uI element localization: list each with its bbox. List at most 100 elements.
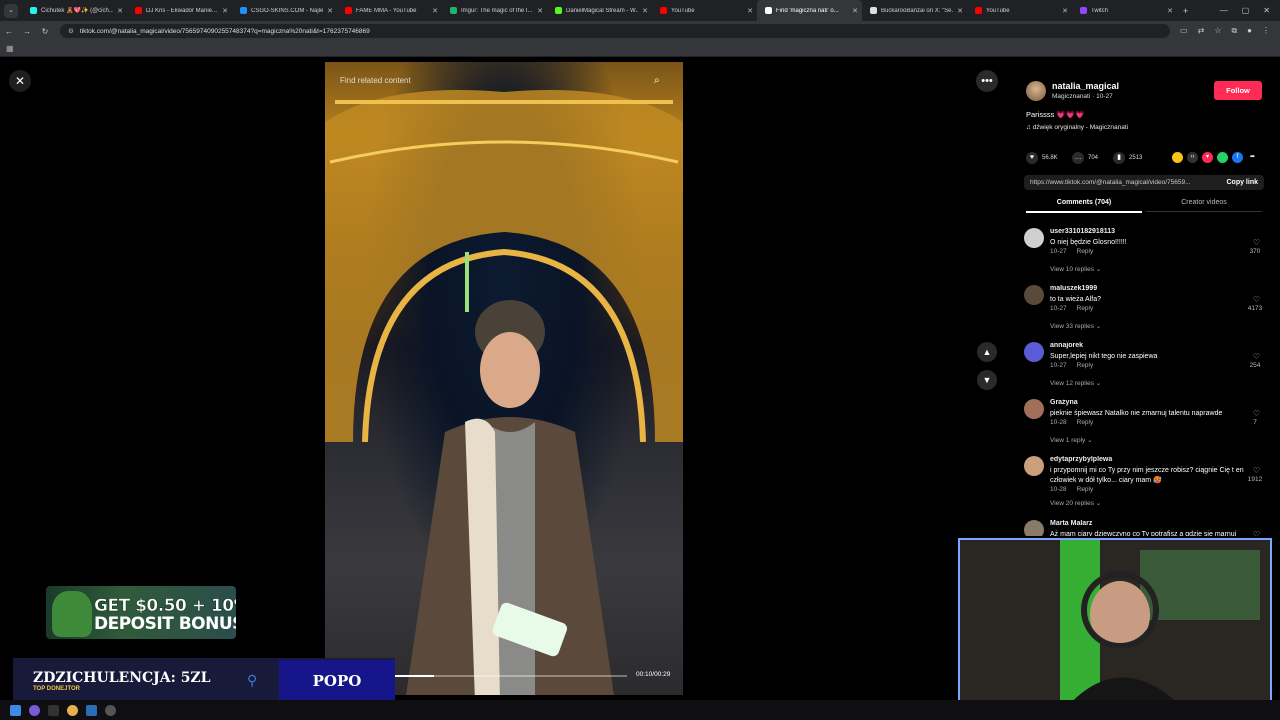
view-replies-button[interactable]: View 10 replies ⌄ xyxy=(1050,265,1101,273)
chrome-icon[interactable] xyxy=(67,704,78,716)
browser-tab[interactable]: CSGO-SKINS.COM - Najle... ✕ xyxy=(232,0,337,21)
view-replies-button[interactable]: View 20 replies ⌄ xyxy=(1050,499,1101,506)
heart-icon[interactable]: ♥ xyxy=(1026,152,1038,164)
browser-tab[interactable]: Imgur: The magic of the I... ✕ xyxy=(442,0,547,21)
translate-icon[interactable]: ⇄ xyxy=(1198,26,1205,36)
back-icon[interactable]: ← xyxy=(0,27,18,36)
video-search-icon[interactable]: ⌕ xyxy=(654,75,660,86)
browser-tab[interactable]: BuckarooBanzai on X: "Se... ✕ xyxy=(862,0,967,21)
apps-grid-icon[interactable]: ▦ xyxy=(6,44,14,53)
url-bar[interactable]: ⚙ tiktok.com/@natalia_magical/video/7565… xyxy=(60,24,1170,38)
comment-username[interactable]: Marta Malarz xyxy=(1050,520,1092,527)
comment-avatar[interactable] xyxy=(1024,520,1044,536)
comment-username[interactable]: annajorek xyxy=(1050,342,1083,349)
browser-tab[interactable]: YouTube ✕ xyxy=(652,0,757,21)
browser-tab[interactable]: Twitch ✕ xyxy=(1072,0,1177,21)
close-video-button[interactable]: ✕ xyxy=(9,70,31,92)
save-stat[interactable]: ▮ 2513 xyxy=(1113,152,1142,164)
comment-avatar[interactable] xyxy=(1024,285,1044,305)
comment-icon[interactable]: … xyxy=(1072,152,1084,164)
browser-tab[interactable]: DanielMagical Stream - W... ✕ xyxy=(547,0,652,21)
share-link-url[interactable]: https://www.tiktok.com/@natalia_magical/… xyxy=(1030,179,1191,186)
comment-avatar[interactable] xyxy=(1024,399,1044,419)
follow-button[interactable]: Follow xyxy=(1214,81,1262,100)
next-video-button[interactable]: ▼ xyxy=(977,370,997,390)
share-arrow-icon[interactable]: ➦ xyxy=(1247,152,1258,163)
comment-avatar[interactable] xyxy=(1024,456,1044,476)
reply-button[interactable]: Reply xyxy=(1077,305,1094,312)
comment-avatar[interactable] xyxy=(1024,342,1044,362)
author-avatar[interactable] xyxy=(1026,81,1046,101)
tab-close-icon[interactable]: ✕ xyxy=(537,7,543,15)
comment-username[interactable]: edytaprzybylplewa xyxy=(1050,456,1112,463)
close-window-icon[interactable]: ✕ xyxy=(1263,6,1270,15)
tab-comments[interactable]: Comments (704) xyxy=(1026,199,1142,213)
comment-stat[interactable]: … 704 xyxy=(1072,152,1098,164)
site-info-icon[interactable]: ⚙ xyxy=(68,27,74,35)
copy-link-button[interactable]: Copy link xyxy=(1226,179,1258,186)
video-player[interactable] xyxy=(325,62,683,695)
more-options-button[interactable]: ••• xyxy=(976,70,998,92)
author-username[interactable]: natalia_magical xyxy=(1052,81,1119,91)
comment-username[interactable]: user3310182918113 xyxy=(1050,228,1115,235)
send-icon[interactable]: ▾ xyxy=(1202,152,1213,163)
reply-button[interactable]: Reply xyxy=(1077,362,1094,369)
comment-like-icon[interactable]: ♡ xyxy=(1253,238,1260,247)
sound-link[interactable]: ♫ dźwięk oryginalny - Magicznanati xyxy=(1026,124,1128,131)
new-tab-button[interactable]: + xyxy=(1183,6,1188,16)
tab-close-icon[interactable]: ✕ xyxy=(852,7,858,15)
comment-like-icon[interactable]: ♡ xyxy=(1253,352,1260,361)
tab-close-icon[interactable]: ✕ xyxy=(327,7,333,15)
previous-video-button[interactable]: ▲ xyxy=(977,342,997,362)
start-icon[interactable] xyxy=(10,704,21,716)
tab-close-icon[interactable]: ✕ xyxy=(642,7,648,15)
tab-creator-videos[interactable]: Creator videos xyxy=(1146,199,1262,212)
browser-tab[interactable]: Cichutek 🧸💖✨ (@cich... ✕ xyxy=(22,0,127,21)
steam-icon[interactable] xyxy=(86,704,97,716)
facebook-icon[interactable]: f xyxy=(1232,152,1243,163)
browser-tab[interactable]: FAME MMA - YouTube ✕ xyxy=(337,0,442,21)
view-replies-button[interactable]: View 12 replies ⌄ xyxy=(1050,379,1101,387)
comment-username[interactable]: Grażyna xyxy=(1050,399,1078,406)
browser-tab[interactable]: Find 'magiczna nati' o... ✕ xyxy=(757,0,862,21)
view-replies-button[interactable]: View 1 reply ⌄ xyxy=(1050,436,1093,444)
whatsapp-icon[interactable] xyxy=(1217,152,1228,163)
view-replies-button[interactable]: View 33 replies ⌄ xyxy=(1050,322,1101,330)
cast-icon[interactable]: ▭ xyxy=(1180,26,1188,36)
comment-like-icon[interactable]: ♡ xyxy=(1253,295,1260,304)
tab-close-icon[interactable]: ✕ xyxy=(1167,7,1173,15)
tab-close-icon[interactable]: ✕ xyxy=(432,7,438,15)
reply-button[interactable]: Reply xyxy=(1077,419,1094,426)
discord-icon[interactable] xyxy=(29,704,40,716)
forward-icon[interactable]: → xyxy=(18,27,36,36)
tab-close-icon[interactable]: ✕ xyxy=(1062,7,1068,15)
reload-icon[interactable]: ↻ xyxy=(36,27,54,36)
bookmark-icon[interactable]: ▮ xyxy=(1113,152,1125,164)
minimize-icon[interactable]: — xyxy=(1220,6,1228,15)
comment-like-icon[interactable]: ♡ xyxy=(1253,409,1260,418)
coin-icon[interactable] xyxy=(1172,152,1183,163)
comment-like-icon[interactable]: ♡ xyxy=(1253,530,1260,536)
tab-search-icon[interactable]: ⌄ xyxy=(4,3,18,18)
browser-tab[interactable]: DJ Kris - Ekwador Manie... ✕ xyxy=(127,0,232,21)
obs-icon[interactable] xyxy=(105,704,116,716)
reply-button[interactable]: Reply xyxy=(1077,486,1094,493)
like-stat[interactable]: ♥ 56.8K xyxy=(1026,152,1058,164)
profile-icon[interactable]: ● xyxy=(1247,26,1252,36)
browser-menu-icon[interactable]: ⋮ xyxy=(1262,26,1270,36)
tab-close-icon[interactable]: ✕ xyxy=(222,7,228,15)
tab-close-icon[interactable]: ✕ xyxy=(747,7,753,15)
comment-avatar[interactable] xyxy=(1024,228,1044,248)
browser-tab[interactable]: YouTube ✕ xyxy=(967,0,1072,21)
maximize-icon[interactable]: ▢ xyxy=(1242,6,1250,15)
embed-icon[interactable]: ‹› xyxy=(1187,152,1198,163)
extensions-icon[interactable]: ⧉ xyxy=(1231,26,1237,36)
reply-button[interactable]: Reply xyxy=(1077,248,1094,255)
comment-username[interactable]: maluszek1999 xyxy=(1050,285,1097,292)
app-icon[interactable] xyxy=(48,704,59,716)
find-related-content[interactable]: Find related content xyxy=(340,76,411,85)
comment-like-icon[interactable]: ♡ xyxy=(1253,466,1260,475)
bookmark-star-icon[interactable]: ☆ xyxy=(1214,26,1221,36)
tab-close-icon[interactable]: ✕ xyxy=(957,7,963,15)
tab-close-icon[interactable]: ✕ xyxy=(117,7,123,15)
